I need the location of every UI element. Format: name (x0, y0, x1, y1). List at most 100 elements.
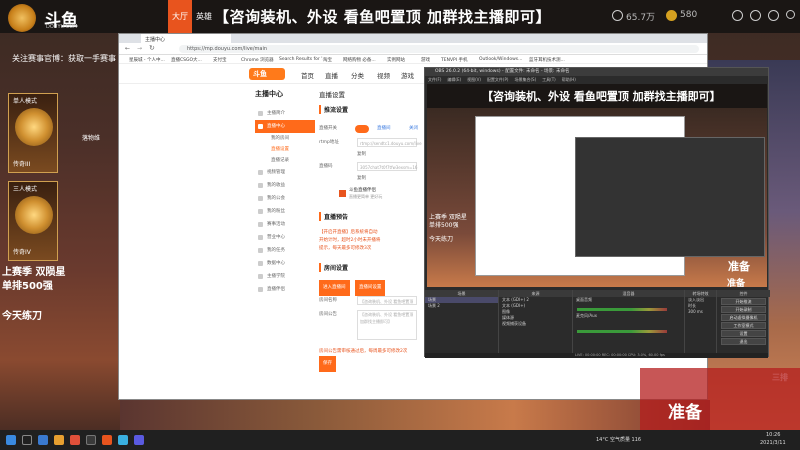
reload-icon[interactable]: ↻ (149, 44, 155, 52)
start-recording-button[interactable]: 开始录制 (721, 306, 766, 313)
tab-hall[interactable]: 大厅 (168, 0, 192, 33)
mic-audio-meter[interactable] (577, 330, 667, 333)
submenu-live-records[interactable]: 直播记录 (255, 155, 315, 166)
clock-date[interactable]: 2021/3/11 (760, 440, 786, 446)
menu-item-profile[interactable]: 主播简介 (255, 107, 315, 120)
obs-icon[interactable] (86, 435, 96, 445)
bookmark-item[interactable]: 蓝牙耳机技术测... (529, 57, 565, 63)
menu-item[interactable]: 赛事活动 (255, 218, 315, 231)
bookmark-item[interactable]: 实例网站 (387, 57, 405, 63)
nav-video[interactable]: 视频 (377, 70, 390, 80)
bookmark-item[interactable]: 游戏 (421, 57, 430, 63)
obs-menu-item[interactable]: 文件(F) (428, 77, 441, 82)
settings-button[interactable]: 设置 (721, 330, 766, 337)
help-icon[interactable] (732, 10, 743, 21)
obs-menu-item[interactable]: 视图(V) (467, 77, 481, 82)
link-room[interactable]: 直播间 (377, 122, 391, 136)
stream-topbar: 斗鱼 DOUYU.COM 大厅 英雄 【咨询装机、外设 看鱼吧置顶 加群找主播即… (0, 0, 800, 33)
nav-live[interactable]: 直播 (325, 70, 338, 80)
qq-icon[interactable] (118, 435, 128, 445)
promo-sub: 直播更简单 更好玩 (349, 194, 383, 199)
nav-category[interactable]: 分类 (351, 70, 364, 80)
obs-menu-item[interactable]: 编辑(E) (447, 77, 461, 82)
desktop-audio-meter[interactable] (577, 308, 667, 311)
weather-text[interactable]: 14°C 空气质量 116 (596, 436, 641, 443)
bookmark-item[interactable]: Search Results for '... (279, 57, 327, 62)
app-icon[interactable] (134, 435, 144, 445)
bookmark-item[interactable]: TENVPI 手机 (441, 57, 468, 63)
live-toggle[interactable] (355, 125, 369, 133)
bookmark-item[interactable]: 淘宝 (323, 57, 332, 63)
obs-menu-item[interactable]: 配置文件(P) (487, 77, 509, 82)
menu-item-icon (258, 287, 263, 292)
virtual-camera-button[interactable]: 启动虚拟摄像机 (721, 314, 766, 321)
nav-game[interactable]: 游戏 (401, 70, 414, 80)
menu-item[interactable]: 营业中心 (255, 231, 315, 244)
menu-item[interactable]: 我的粉丝 (255, 205, 315, 218)
stream-code-field[interactable]: 3057chat7t0f7tfw3exsm=16 (357, 162, 417, 171)
row-label: 直播开关 (319, 126, 337, 131)
menu-item[interactable]: 我的公会 (255, 192, 315, 205)
rank-medal-icon (15, 108, 53, 146)
search-icon[interactable] (22, 435, 32, 445)
menu-item[interactable]: 我的任务 (255, 244, 315, 257)
bookmark-item[interactable]: 直播CSGO大... (171, 57, 202, 63)
obs-preview[interactable]: 【咨询装机、外设 看鱼吧置顶 加群找主播即可】 上赛季 双陨星 单排500强 今… (427, 84, 767, 287)
menu-icon[interactable] (786, 10, 795, 19)
ready-small-text: 准备 (728, 260, 750, 273)
menu-item[interactable]: 直播伴侣 (255, 283, 315, 296)
menu-item[interactable]: 主播学院 (255, 270, 315, 283)
menu-item[interactable]: 我的收益 (255, 179, 315, 192)
obs-menu-item[interactable]: 场景集合(S) (514, 77, 536, 82)
menu-item[interactable]: 视频管理 (255, 166, 315, 179)
bookmark-item[interactable]: 支付宝 (213, 57, 227, 63)
bookmark-item[interactable]: Outlook/Windows... (479, 57, 522, 62)
bookmark-item[interactable]: Chrome 浏览器 (241, 57, 274, 63)
url-field[interactable]: https://mp.douyu.com/live/main (179, 45, 699, 53)
save-button[interactable]: 保存 (319, 356, 336, 372)
source-item[interactable]: 视频捕获设备 (499, 321, 572, 327)
bookmark-item[interactable]: 网络购物 必备... (343, 57, 376, 63)
nav-home[interactable]: 首页 (301, 70, 314, 80)
task-view-icon[interactable] (38, 435, 48, 445)
row-room-name: 房间名称 【咨询装机、外设 看鱼吧置顶 (319, 294, 419, 308)
exit-button[interactable]: 退出 (721, 338, 766, 345)
copy-code-button[interactable]: 复制 (319, 174, 419, 184)
douyu-icon[interactable] (102, 435, 112, 445)
copy-rtmp-button[interactable]: 复制 (319, 150, 419, 160)
start-icon[interactable] (6, 435, 16, 445)
settings-icon[interactable] (750, 10, 761, 21)
site-logo[interactable]: 斗鱼 (249, 68, 285, 80)
tab-hero[interactable]: 英雄 (196, 0, 212, 33)
start-streaming-button[interactable]: 开始推流 (721, 298, 766, 305)
preview-title: 【咨询装机、外设 看鱼吧置顶 加群找主播即可】 (482, 90, 721, 103)
rtmp-field[interactable]: rtmp://sendtc1.douyu.com/live (357, 138, 422, 147)
back-icon[interactable]: ← (125, 45, 130, 52)
menu-item-live-center[interactable]: 直播中心 (255, 120, 315, 133)
chrome-icon[interactable] (70, 435, 80, 445)
submenu-my-room[interactable]: 我的房间 (255, 133, 315, 144)
forward-icon[interactable]: → (137, 45, 142, 52)
link-close[interactable]: 关闭 (409, 122, 418, 136)
explorer-icon[interactable] (54, 435, 64, 445)
obs-menu-item[interactable]: 帮助(H) (562, 77, 576, 82)
duration-field[interactable]: 300 ms (685, 309, 716, 315)
room-notice-field[interactable]: 【咨询装机、外设 看鱼吧置顶 加群找主播即可】 (357, 310, 417, 340)
studio-mode-button[interactable]: 工作室模式 (721, 322, 766, 329)
scene-item[interactable]: 场景 2 (425, 303, 498, 309)
submenu-live-settings[interactable]: 直播设置 (255, 144, 315, 155)
bookmark-item[interactable]: 星辰城 - 个人中... (129, 57, 165, 63)
obs-menu-item[interactable]: 工具(T) (542, 77, 556, 82)
menu-item[interactable]: 数据中心 (255, 257, 315, 270)
user-icon[interactable] (768, 10, 779, 21)
menu-label: 我的粉丝 (267, 209, 285, 214)
live-settings-content: 直播设置 推流设置 直播开关 直播间 关闭 rtmp地址 rtmp://send… (319, 89, 422, 372)
menu-label: 我的任务 (267, 248, 285, 253)
room-name-field[interactable]: 【咨询装机、外设 看鱼吧置顶 (357, 296, 417, 305)
sources-dock: 来源 文本 (GDI+) 2 文本 (GDI+) 图像 媒体源 视频捕获设备 (499, 290, 573, 358)
anchor-center-menu: 主播中心 主播简介 直播中心 我的房间 直播设置 直播记录 视频管理 我的收益 我的… (255, 89, 315, 389)
mobile-promo[interactable]: 斗鱼直播伴侣 直播更简单 更好玩 (319, 184, 419, 206)
clock-time[interactable]: 10:26 (766, 432, 780, 438)
browser-tab[interactable]: 主播中心 (141, 34, 231, 43)
menu-item-icon (258, 235, 263, 240)
